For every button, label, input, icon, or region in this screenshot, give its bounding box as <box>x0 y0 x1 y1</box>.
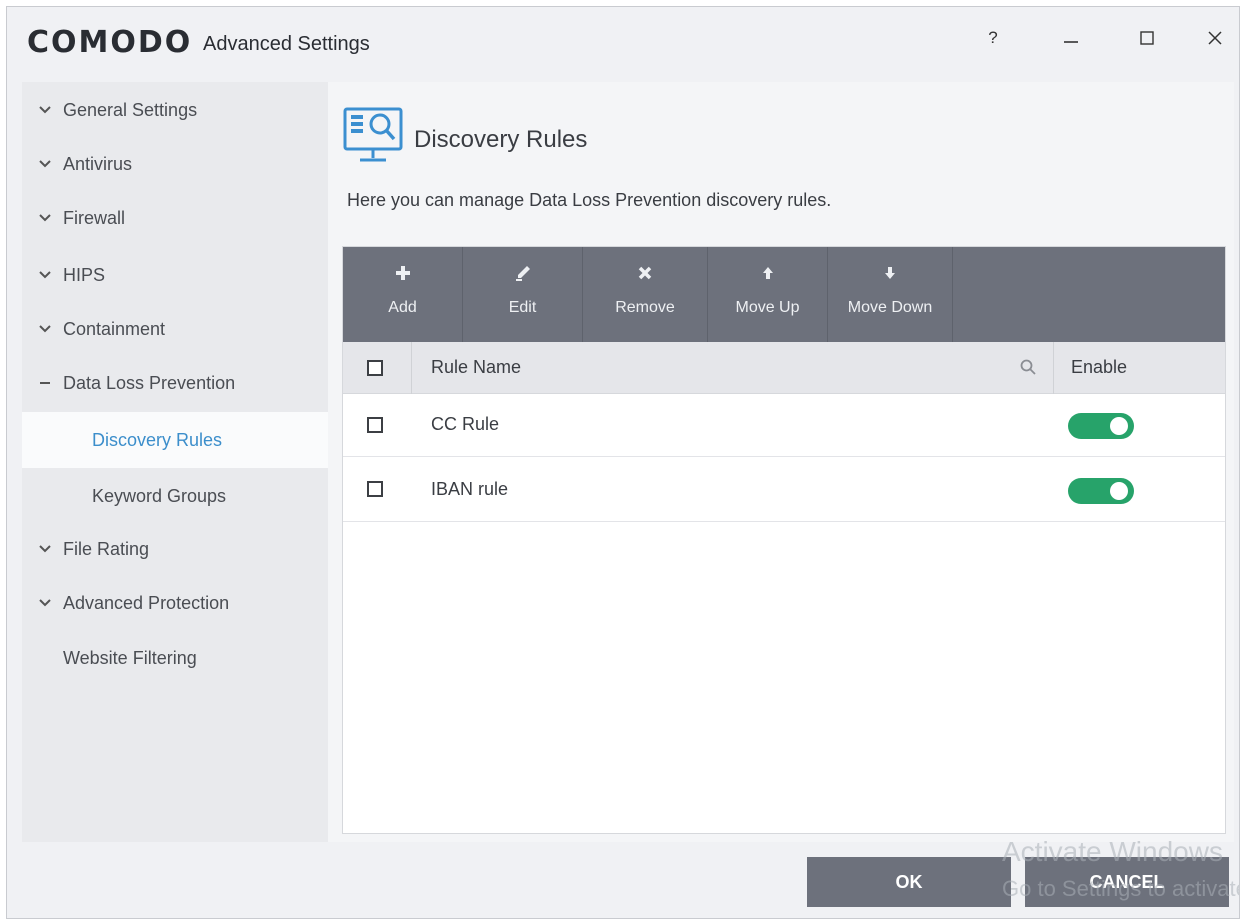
chevron-down-icon <box>36 209 54 227</box>
sidebar-item-general-settings[interactable]: General Settings <box>22 84 328 136</box>
collapse-dash-icon <box>36 374 54 392</box>
rule-name: CC Rule <box>431 414 500 434</box>
search-icon[interactable] <box>1019 358 1037 381</box>
chevron-down-icon <box>36 594 54 612</box>
sidebar-item-firewall[interactable]: Firewall <box>22 192 328 244</box>
activate-windows-hint: Go to Settings to activate Windows. <box>1002 876 1239 901</box>
sidebar-item-data-loss-prevention[interactable]: Data Loss Prevention <box>22 357 328 409</box>
page-description: Here you can manage Data Loss Prevention… <box>347 190 832 210</box>
window-title: Advanced Settings <box>203 33 370 55</box>
add-label: Add <box>388 299 417 316</box>
table-row[interactable]: CC Rule <box>343 394 1225 457</box>
sidebar-item-discovery-rules[interactable]: Discovery Rules <box>22 412 328 468</box>
title-bar: COMODO Advanced Settings ? <box>7 7 1239 79</box>
minimize-icon <box>1064 41 1078 43</box>
add-button[interactable]: Add <box>343 247 463 342</box>
sidebar-item-label: Discovery Rules <box>92 429 223 450</box>
remove-label: Remove <box>615 299 675 316</box>
chevron-down-icon <box>36 101 54 119</box>
column-divider <box>411 342 412 394</box>
chevron-down-icon <box>36 320 54 338</box>
sidebar-item-label: HIPS <box>63 264 106 285</box>
chevron-down-icon <box>36 155 54 173</box>
sidebar-item-label: Containment <box>63 318 166 339</box>
pencil-icon <box>515 261 531 285</box>
arrow-down-icon <box>884 261 896 285</box>
move-down-label: Move Down <box>847 299 933 316</box>
sidebar-item-label: File Rating <box>63 538 150 559</box>
edit-button[interactable]: Edit <box>463 247 583 342</box>
sidebar-item-hips[interactable]: HIPS <box>22 249 328 301</box>
sidebar-item-containment[interactable]: Containment <box>22 303 328 355</box>
sidebar-item-label: Antivirus <box>63 153 133 174</box>
move-up-label: Move Up <box>735 299 800 316</box>
sidebar-item-label: Firewall <box>63 207 126 228</box>
ok-label: OK <box>895 871 923 892</box>
rule-name: IBAN rule <box>431 479 509 499</box>
sidebar-item-label: Data Loss Prevention <box>63 372 236 393</box>
settings-sidebar: General Settings Antivirus Firewall HIPS… <box>22 82 328 842</box>
help-label: ? <box>988 28 998 47</box>
sidebar-item-file-rating[interactable]: File Rating <box>22 523 328 575</box>
close-icon <box>1208 31 1222 45</box>
table-header: Rule Name Enable <box>343 342 1225 394</box>
enable-toggle[interactable] <box>1068 478 1134 504</box>
rules-toolbar: Add Edit Remove Move Up Move Down <box>343 247 1225 342</box>
remove-button[interactable]: Remove <box>583 247 708 342</box>
advanced-settings-window: COMODO Advanced Settings ? General Setti… <box>6 6 1240 919</box>
row-checkbox[interactable] <box>367 417 383 433</box>
x-icon <box>637 261 653 285</box>
toggle-knob <box>1110 417 1128 435</box>
move-down-button[interactable]: Move Down <box>828 247 953 342</box>
select-all-checkbox[interactable] <box>367 360 383 376</box>
help-button[interactable]: ? <box>973 21 1013 55</box>
sidebar-item-website-filtering[interactable]: Website Filtering <box>22 632 328 684</box>
rules-table-panel: Add Edit Remove Move Up Move Down Rule N… <box>342 246 1226 834</box>
column-divider <box>1053 342 1054 394</box>
close-button[interactable] <box>1195 21 1235 55</box>
enable-header[interactable]: Enable <box>1071 357 1127 378</box>
comodo-logo: COMODO <box>27 25 193 60</box>
maximize-button[interactable] <box>1127 21 1167 55</box>
ok-button[interactable]: OK <box>807 857 1011 907</box>
row-checkbox[interactable] <box>367 481 383 497</box>
minimize-button[interactable] <box>1051 21 1091 55</box>
enable-toggle[interactable] <box>1068 413 1134 439</box>
maximize-icon <box>1140 31 1154 45</box>
chevron-down-icon <box>36 540 54 558</box>
arrow-up-icon <box>762 261 774 285</box>
activate-windows-watermark: Activate Windows <box>1002 836 1223 867</box>
rule-name-header[interactable]: Rule Name <box>431 357 521 378</box>
edit-label: Edit <box>508 299 537 316</box>
sidebar-item-keyword-groups[interactable]: Keyword Groups <box>22 468 328 524</box>
page-title: Discovery Rules <box>414 126 588 153</box>
plus-icon <box>395 261 411 285</box>
toggle-knob <box>1110 482 1128 500</box>
main-content: Discovery Rules Here you can manage Data… <box>328 82 1234 842</box>
sidebar-item-antivirus[interactable]: Antivirus <box>22 138 328 190</box>
monitor-search-icon <box>342 106 406 166</box>
move-up-button[interactable]: Move Up <box>708 247 828 342</box>
sidebar-item-label: General Settings <box>63 99 198 120</box>
table-row[interactable]: IBAN rule <box>343 457 1225 522</box>
sidebar-item-label: Keyword Groups <box>92 485 227 506</box>
sidebar-item-label: Website Filtering <box>63 647 197 668</box>
sidebar-item-advanced-protection[interactable]: Advanced Protection <box>22 577 328 629</box>
chevron-down-icon <box>36 266 54 284</box>
sidebar-item-label: Advanced Protection <box>63 592 230 613</box>
